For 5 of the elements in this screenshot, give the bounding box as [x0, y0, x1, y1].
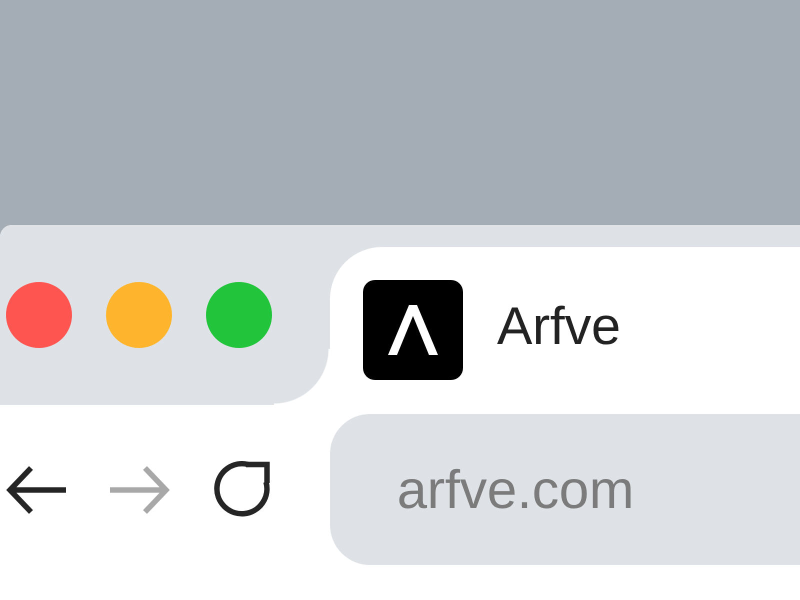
- site-logo-icon: [363, 280, 463, 380]
- left-arrow-icon: [6, 466, 66, 514]
- reload-icon: [214, 461, 271, 518]
- right-arrow-icon: [110, 466, 170, 514]
- browser-tab[interactable]: Arfve: [330, 247, 800, 405]
